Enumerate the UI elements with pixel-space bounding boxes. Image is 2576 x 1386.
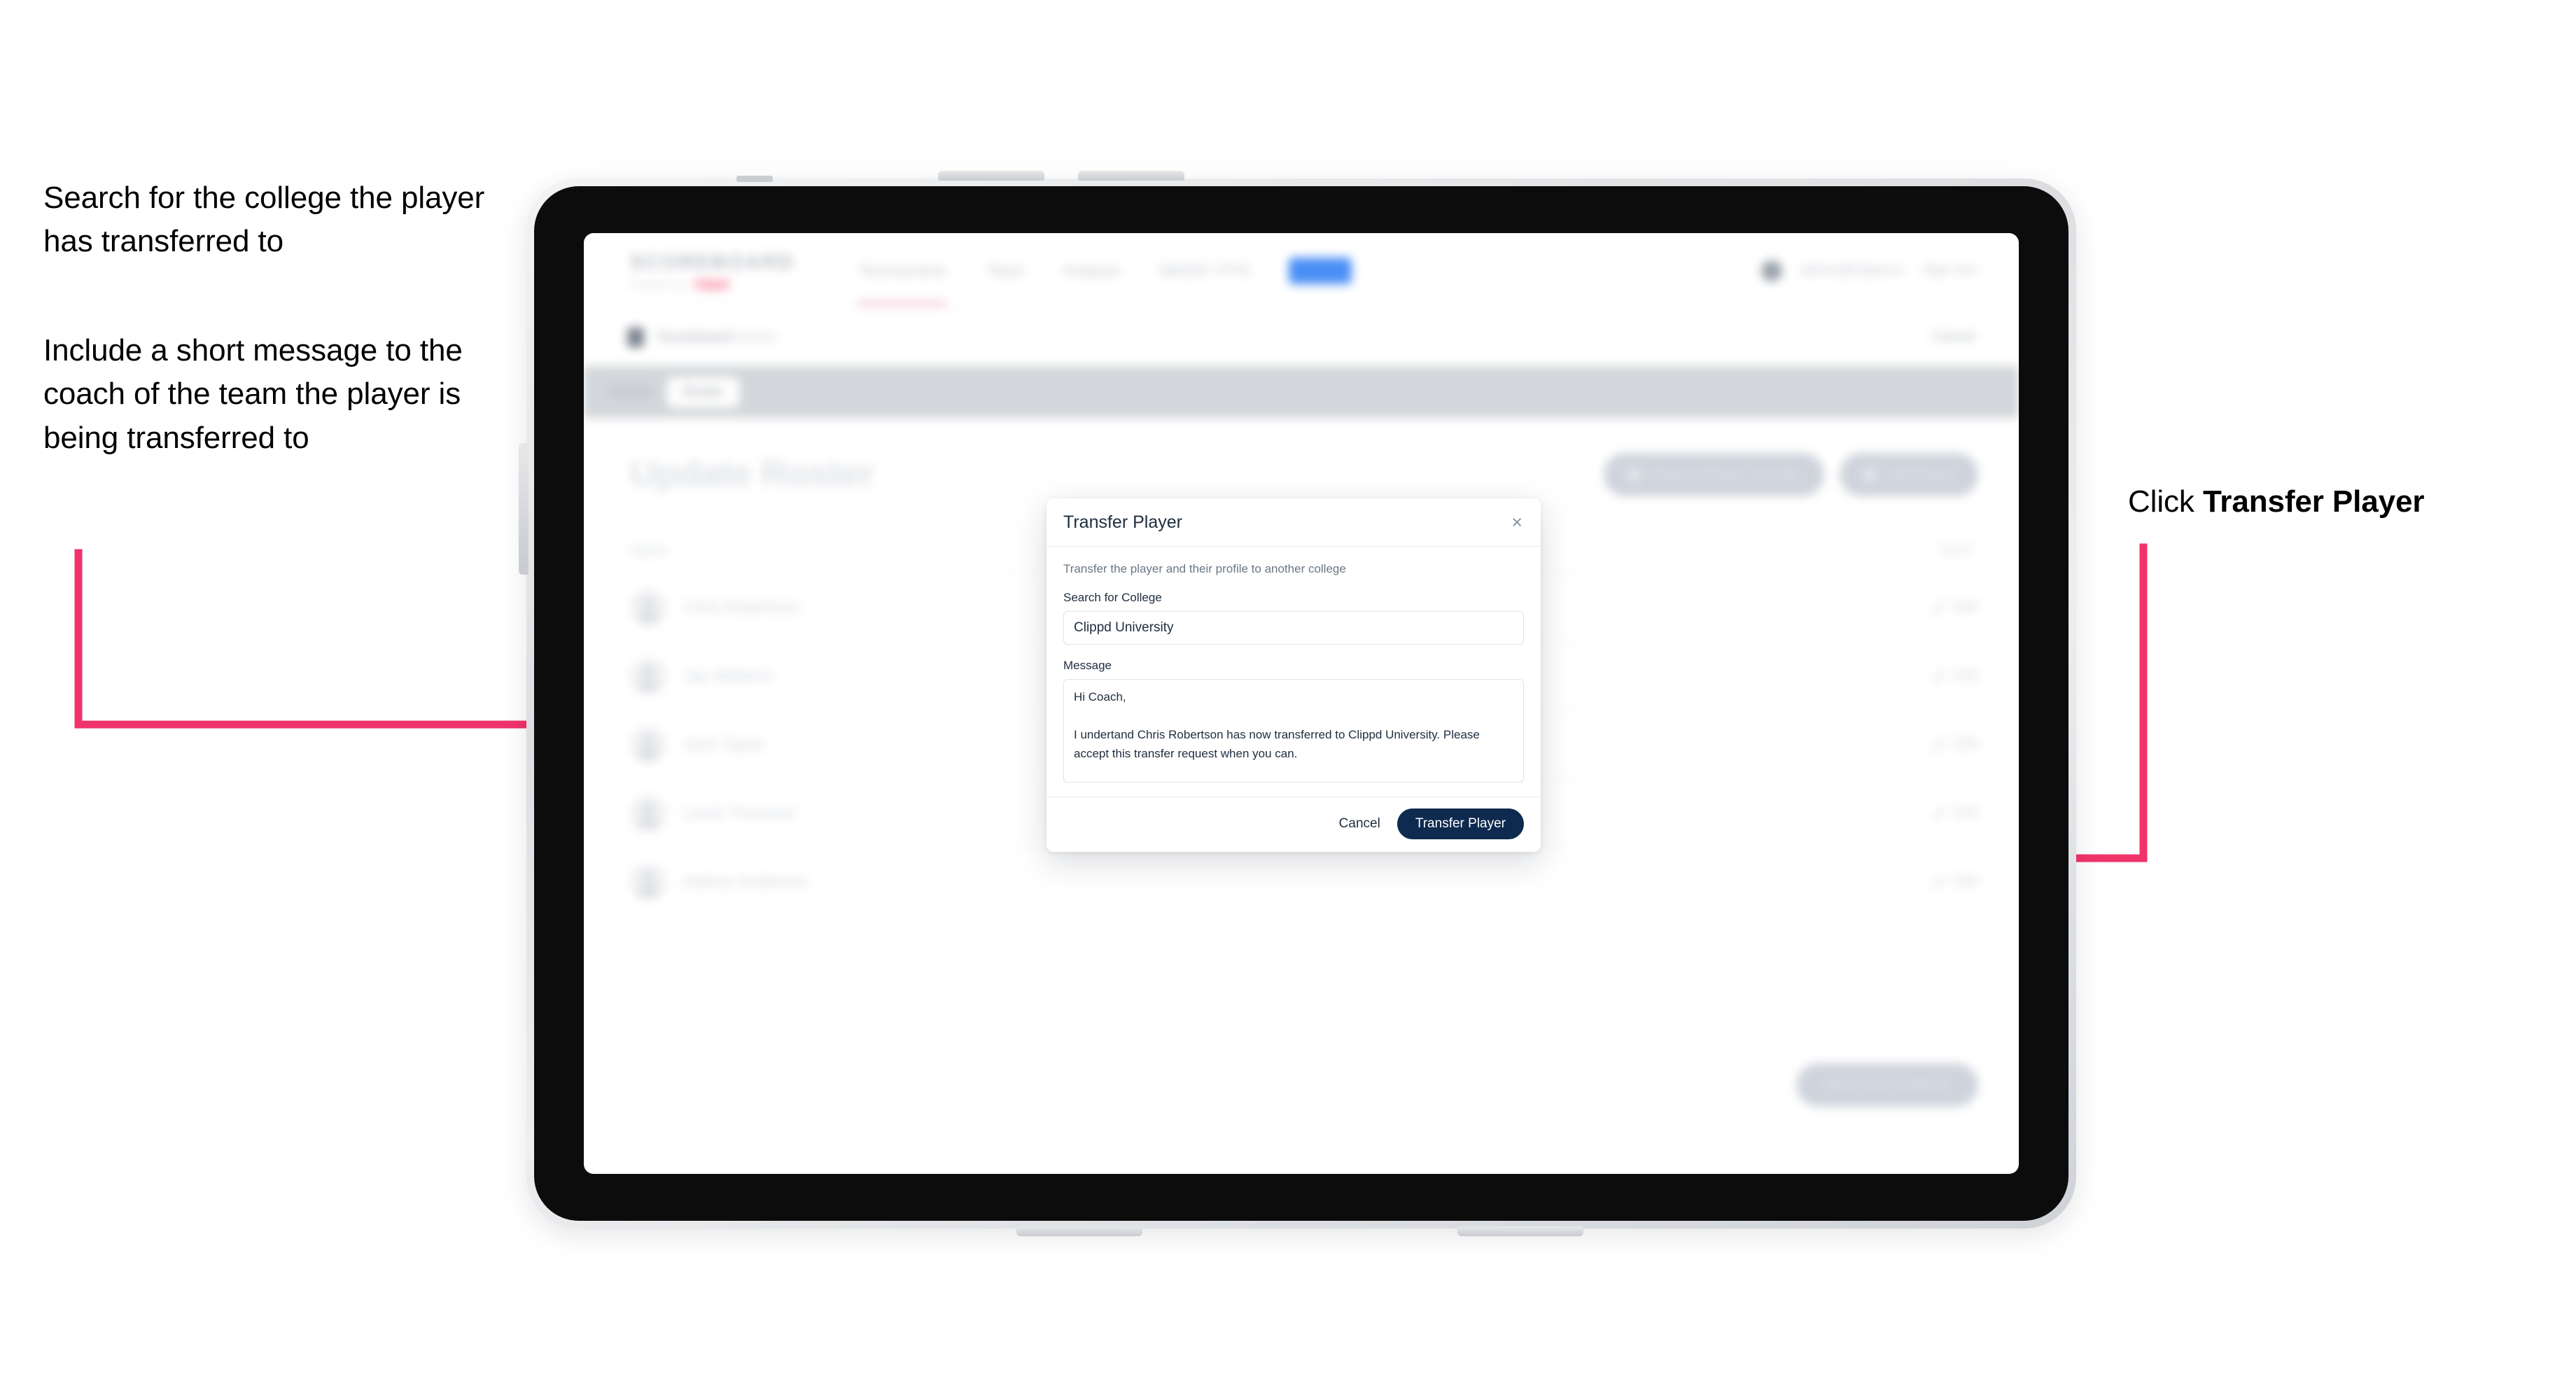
account-email: admin@clippd.io [1800, 262, 1905, 278]
player-name: John Taylor [683, 735, 766, 753]
dialog-header: Transfer Player × [1046, 498, 1541, 547]
request-player-transfer-label: Request Player Transfer [1649, 466, 1801, 482]
transfer-player-button[interactable]: Transfer Player [1396, 808, 1524, 839]
pencil-icon [1931, 737, 1946, 752]
breadcrumb-sub-text: Admin [736, 328, 778, 345]
pencil-icon [1931, 806, 1946, 820]
power-button[interactable] [519, 443, 528, 575]
edit-player-button[interactable]: Edit [1931, 805, 1978, 821]
edit-player-button[interactable]: Edit [1931, 668, 1978, 684]
nav-item-analysis[interactable]: Analysis [1063, 262, 1120, 280]
breadcrumb: Scoreboard Admin Cancel [584, 309, 2019, 366]
plus-icon [1863, 468, 1877, 481]
app-top-navbar: SCOREBOARD Powered by Clippd Tournaments… [584, 233, 2019, 309]
app-logo-text: SCOREBOARD [630, 251, 795, 274]
edit-player-button[interactable]: Edit [1931, 599, 1978, 615]
college-search-input[interactable]: Clippd University [1063, 611, 1524, 645]
speaker-grill-left [1016, 1226, 1142, 1236]
page-header-actions: Request Player Transfer Add Player [1603, 453, 1978, 496]
scoreboard-icon [627, 327, 644, 347]
add-player-button[interactable]: Add Player [1840, 453, 1978, 496]
table-row[interactable]: Nathan Anderson Edit [630, 848, 1978, 916]
player-avatar-icon [630, 794, 666, 832]
edit-player-button[interactable]: Edit [1931, 736, 1978, 752]
annotation-right-bold: Transfer Player [2202, 484, 2425, 519]
app-logo-subtitle: Powered by Clippd [630, 277, 794, 290]
player-avatar-icon [630, 589, 666, 626]
tab-roster[interactable]: Roster [667, 377, 740, 407]
sign-out-link[interactable]: Sign Out [1922, 262, 1977, 279]
message-field-label: Message [1063, 659, 1112, 672]
avatar[interactable] [1761, 260, 1783, 281]
pencil-icon [1931, 668, 1946, 683]
app-logo-brand-badge: Clippd [691, 277, 732, 290]
annotation-include-message: Include a short message to the coach of … [43, 333, 463, 455]
pencil-icon [1931, 600, 1946, 615]
dialog-title: Transfer Player [1063, 512, 1182, 532]
app-logo[interactable]: SCOREBOARD Powered by Clippd [630, 251, 794, 290]
breadcrumb-title: Scoreboard Admin [657, 329, 778, 346]
player-name: Lewis Thomson [683, 804, 796, 822]
add-player-label: Add Player [1886, 466, 1954, 482]
page-title: Update Roster [630, 454, 874, 494]
breadcrumb-title-text: Scoreboard [657, 328, 733, 345]
transfer-icon [1627, 468, 1640, 481]
player-avatar-icon [630, 726, 666, 763]
edit-label: Edit [1954, 668, 1978, 683]
cancel-button[interactable]: Cancel [1339, 816, 1380, 832]
nav-item-admin[interactable]: Admin [1289, 257, 1352, 284]
column-header-name: Name [630, 543, 668, 559]
volume-up-button[interactable] [938, 171, 1044, 181]
edit-player-button[interactable]: Edit [1931, 874, 1978, 890]
edit-label: Edit [1954, 736, 1978, 752]
annotation-click-transfer-player: Click Transfer Player [2128, 480, 2548, 524]
app-logo-powered-by: Powered by [630, 278, 686, 290]
edit-label: Edit [1954, 874, 1978, 889]
tab-strip: Details Roster [584, 366, 2019, 418]
dialog-footer: Cancel Transfer Player [1046, 797, 1541, 852]
save-and-continue-button[interactable]: Save And Continue [1796, 1063, 1978, 1107]
dialog-body: Transfer the player and their profile to… [1046, 547, 1541, 797]
app-nav-right: admin@clippd.io Sign Out [1761, 260, 1977, 281]
volume-down-button[interactable] [1078, 171, 1184, 181]
college-field-label: Search for College [1063, 591, 1162, 604]
pencil-icon [1931, 874, 1946, 889]
field-message: Message Hi Coach, I undertand Chris Robe… [1063, 659, 1524, 783]
field-search-for-college: Search for College Clippd University [1063, 591, 1524, 645]
message-textarea[interactable]: Hi Coach, I undertand Chris Robertson ha… [1063, 679, 1524, 783]
speaker-grill-right [1457, 1226, 1583, 1236]
breadcrumb-cancel-link[interactable]: Cancel [1932, 329, 1975, 345]
player-avatar-icon [630, 863, 666, 900]
edit-label: Edit [1954, 805, 1978, 820]
edit-label: Edit [1954, 599, 1978, 615]
dialog-description: Transfer the player and their profile to… [1063, 562, 1346, 575]
player-name: Nathan Anderson [683, 872, 808, 890]
column-header-edit: EDIT [1940, 543, 1973, 559]
annotation-search-college: Search for the college the player has tr… [43, 181, 485, 259]
tab-details[interactable]: Details [594, 377, 667, 407]
annotation-right-prefix: Click [2128, 484, 2203, 519]
player-name: Jay Williams [683, 666, 773, 685]
nav-item-team[interactable]: Team [986, 262, 1024, 280]
player-avatar-icon [630, 657, 666, 694]
nav-item-wagr-pts[interactable]: WAGR / PTS [1159, 262, 1250, 280]
close-icon[interactable]: × [1510, 513, 1524, 532]
microphone-icon [736, 176, 773, 182]
screenshot-canvas: Search for the college the player has tr… [0, 0, 2576, 1386]
request-player-transfer-button[interactable]: Request Player Transfer [1603, 453, 1825, 496]
transfer-player-dialog: Transfer Player × Transfer the player an… [1046, 498, 1541, 852]
app-nav-items: Tournaments Team Analysis WAGR / PTS Adm… [858, 257, 1352, 305]
player-name: Chris Robertson [683, 598, 800, 616]
nav-item-tournaments[interactable]: Tournaments [858, 262, 947, 305]
